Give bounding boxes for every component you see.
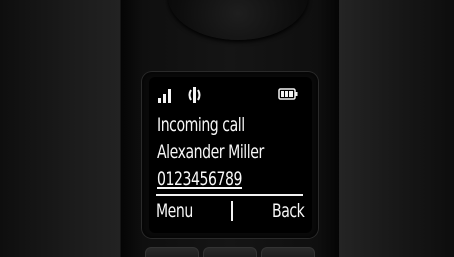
keypad-top-row [145, 247, 315, 257]
softkey-separator [156, 194, 303, 196]
menu-softkey[interactable]: Menu [156, 198, 193, 224]
back-softkey[interactable]: Back [272, 198, 305, 224]
center-key[interactable] [203, 247, 257, 257]
right-key[interactable] [261, 247, 315, 257]
phone-display: Incoming call Alexander Miller 012345678… [149, 77, 312, 233]
battery-full-icon [278, 88, 298, 100]
ringer-icon [188, 87, 201, 103]
caller-number: 0123456789 [157, 168, 243, 190]
left-key[interactable] [145, 247, 199, 257]
background-left [0, 0, 120, 257]
signal-strength-icon [158, 89, 171, 103]
softkey-bar: Menu Back [156, 198, 305, 224]
caller-name: Alexander Miller [157, 141, 264, 163]
softkey-divider [231, 201, 233, 221]
call-status-text: Incoming call [157, 114, 245, 136]
status-bar [158, 86, 308, 104]
phone-scene: Incoming call Alexander Miller 012345678… [0, 0, 454, 257]
background-right [339, 0, 454, 257]
